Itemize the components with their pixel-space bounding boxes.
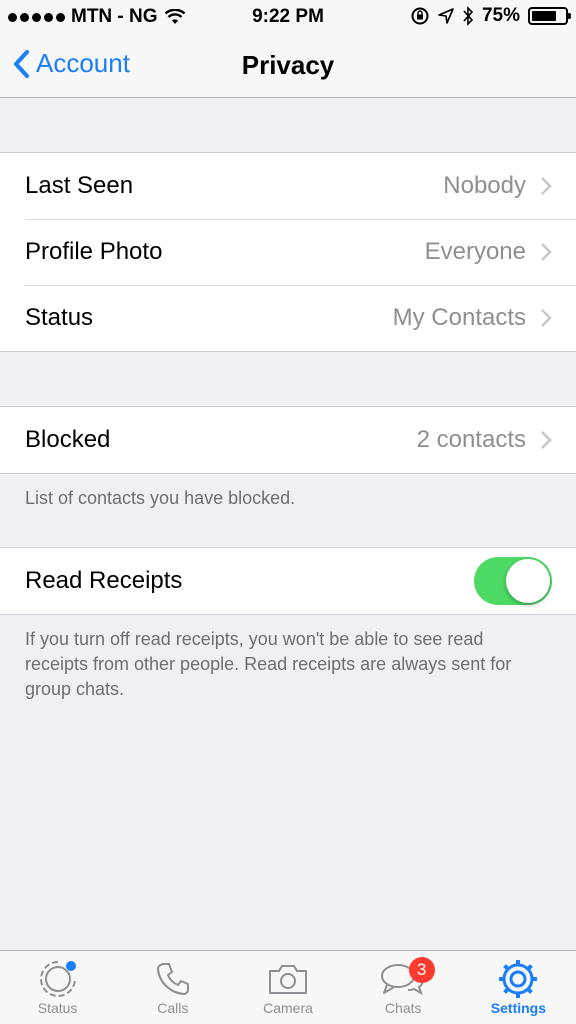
row-profile-photo[interactable]: Profile Photo Everyone [0,219,576,285]
navigation-bar: Account Privacy [0,34,576,98]
privacy-visibility-group: Last Seen Nobody Profile Photo Everyone … [0,152,576,352]
chevron-right-icon [541,177,552,195]
blocked-group: Blocked 2 contacts [0,406,576,474]
status-icon [38,959,78,999]
chevron-right-icon [541,243,552,261]
tab-label: Camera [263,1000,313,1016]
row-label: Status [25,304,94,331]
row-read-receipts: Read Receipts [0,548,576,614]
chevron-right-icon [541,431,552,449]
privacy-settings: Last Seen Nobody Profile Photo Everyone … [0,98,576,702]
status-bar: MTN - NG 9:22 PM 75% [0,0,576,34]
tab-label: Settings [490,1000,547,1016]
row-value: 2 contacts [416,426,526,453]
phone-icon [155,959,191,999]
page-title: Privacy [241,50,335,80]
row-value: My Contacts [392,304,526,331]
row-label: Profile Photo [25,238,163,265]
battery-percent: 75% [481,5,520,26]
battery-level [532,11,556,21]
gear-icon [498,959,538,999]
row-label: Last Seen [25,172,134,199]
toggle-knob [506,559,550,603]
read-receipts-footer-note: If you turn off read receipts, you won't… [25,629,512,699]
rotation-lock-icon [411,7,429,25]
chevron-right-icon [541,309,552,327]
system-indicators: 75% [410,5,571,27]
tab-chats[interactable]: 3 Chats [346,951,461,1024]
row-value: Everyone [424,238,526,265]
tab-bar: Status Calls Camera 3 Chats Settings [0,950,576,1024]
tab-settings[interactable]: Settings [461,951,576,1024]
row-label: Read Receipts [25,567,183,594]
location-icon [438,8,454,24]
row-last-seen[interactable]: Last Seen Nobody [0,153,576,219]
read-receipts-toggle[interactable] [474,557,552,605]
tab-label: Chats [384,1000,422,1016]
bluetooth-icon [463,6,474,26]
tab-label: Calls [157,1000,189,1016]
battery-icon [528,7,571,25]
row-value: Nobody [443,172,526,199]
row-label: Blocked [25,426,111,453]
row-blocked[interactable]: Blocked 2 contacts [0,407,576,473]
read-receipts-group: Read Receipts [0,547,576,615]
unread-badge: 3 [408,957,435,983]
blocked-footer-note: List of contacts you have blocked. [25,488,296,508]
tab-label: Status [37,1000,78,1016]
row-status[interactable]: Status My Contacts [0,285,576,351]
tab-calls[interactable]: Calls [115,951,230,1024]
tab-status[interactable]: Status [0,951,115,1024]
camera-icon [267,959,309,999]
tab-camera[interactable]: Camera [230,951,345,1024]
